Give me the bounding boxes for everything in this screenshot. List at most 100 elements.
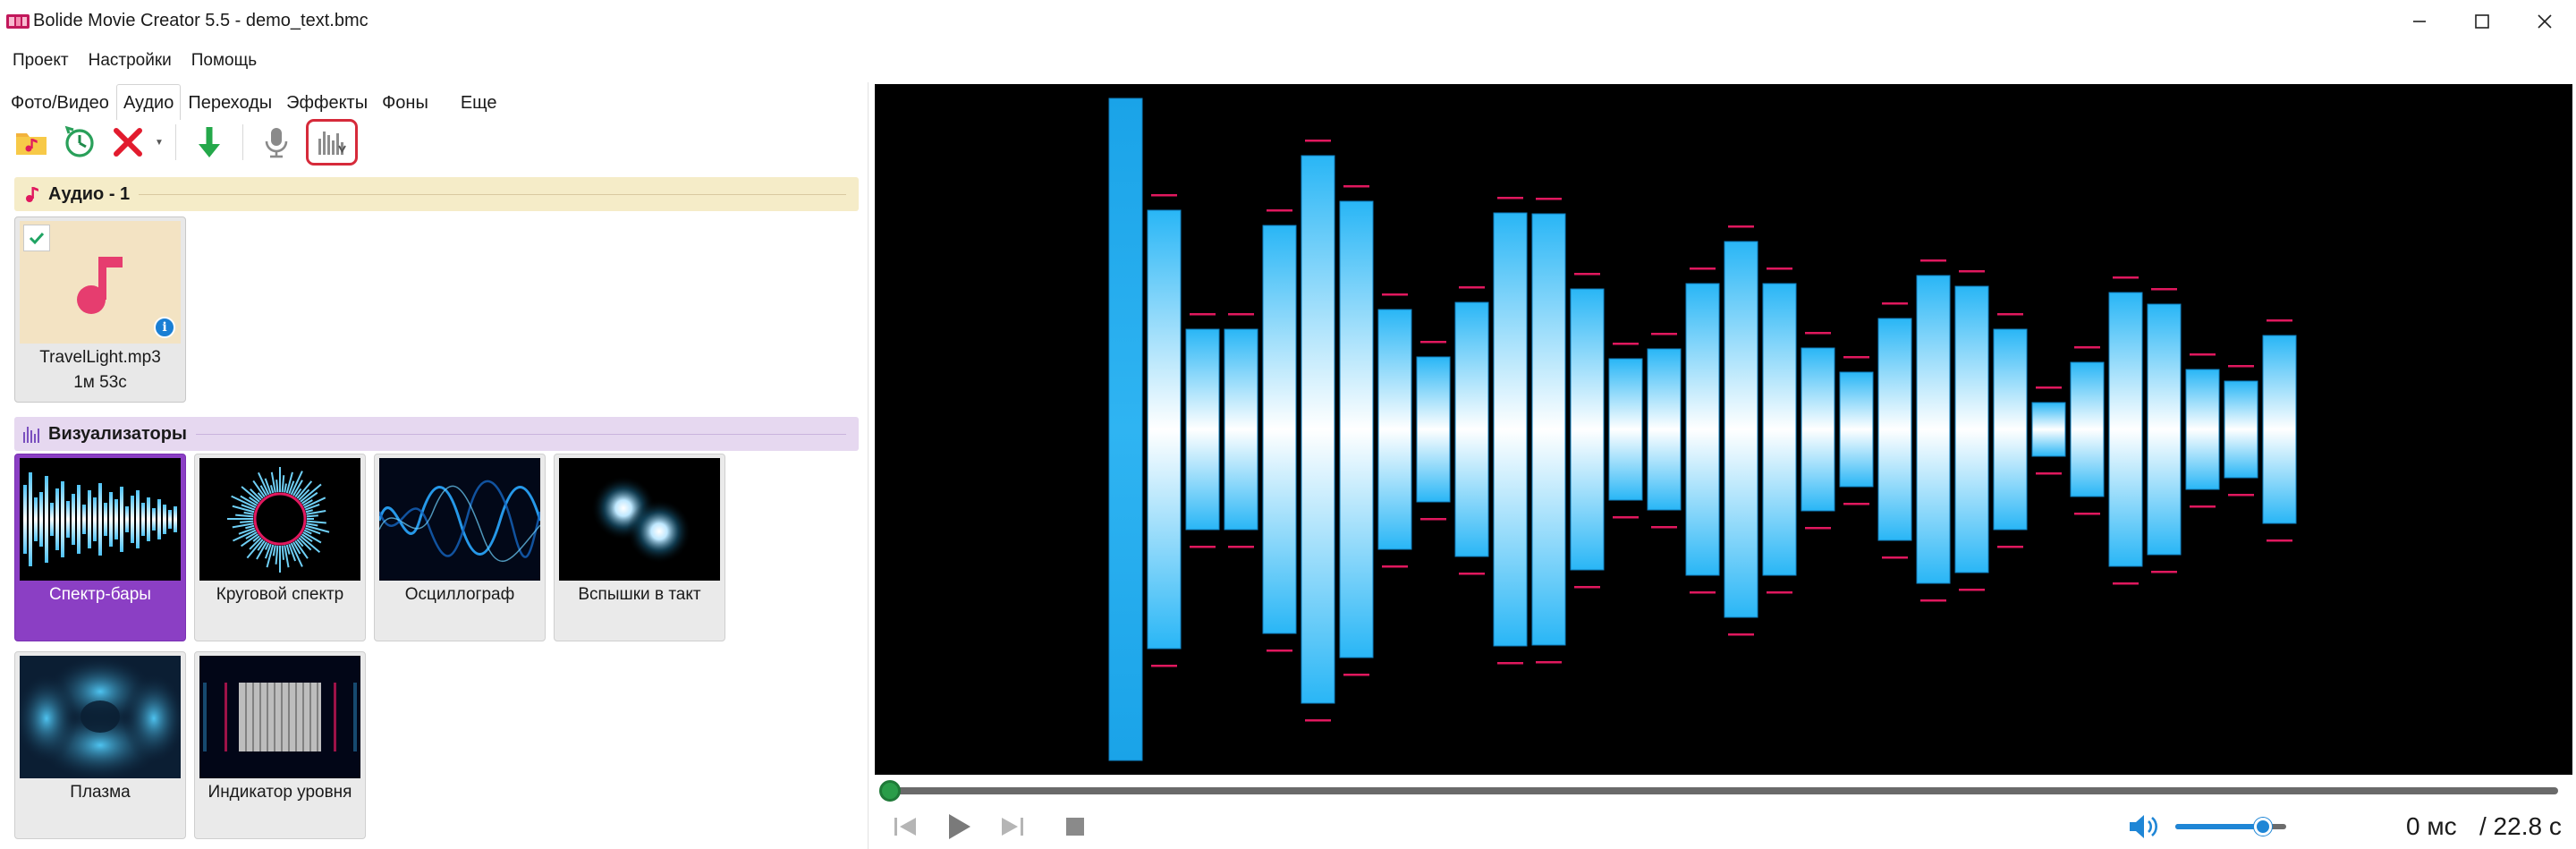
- minimize-icon: [2413, 21, 2426, 22]
- info-icon[interactable]: i: [154, 317, 175, 338]
- spectrum-bar: [1531, 213, 1566, 646]
- peak-marker: [1459, 573, 1485, 575]
- spectrum-bar: [2262, 335, 2297, 524]
- visualizer-spectrum-bars[interactable]: Спектр-бары: [14, 454, 186, 641]
- tab-backgrounds[interactable]: Фоны: [375, 84, 436, 120]
- stop-button[interactable]: [1059, 809, 1091, 845]
- spectrum-bar: [1224, 328, 1258, 531]
- peak-marker: [1805, 527, 1831, 530]
- peak-marker: [1882, 302, 1908, 305]
- delete-button[interactable]: [104, 120, 152, 165]
- peak-marker: [1997, 313, 2023, 316]
- tab-transitions[interactable]: Переходы: [181, 84, 279, 120]
- spectrum-bar: [2031, 402, 2066, 457]
- previous-button[interactable]: [887, 809, 923, 845]
- video-preview[interactable]: [875, 84, 2572, 775]
- visualizer-label: Спектр-бары: [49, 585, 151, 604]
- peak-marker: [1536, 198, 1562, 200]
- visualizer-beat-flashes[interactable]: Вспышки в такт: [554, 454, 725, 641]
- spectrum-bar: [1262, 225, 1297, 634]
- spectrum-bar: [1454, 301, 1489, 557]
- recent-button[interactable]: [55, 120, 104, 165]
- next-button[interactable]: [995, 809, 1030, 845]
- audio-group-header: Аудио - 1: [14, 177, 859, 211]
- menu-settings[interactable]: Настройки: [81, 45, 179, 77]
- peak-marker: [1920, 259, 1946, 262]
- peak-marker: [2113, 582, 2139, 585]
- peak-marker: [2074, 513, 2100, 515]
- next-icon: [1002, 818, 1023, 836]
- visualizer-circular-spectrum[interactable]: Круговой спектр: [194, 454, 366, 641]
- audio-item-checkbox[interactable]: [23, 225, 50, 251]
- visualizers-group-title: Визуализаторы: [48, 423, 188, 444]
- menu-project[interactable]: Проект: [5, 45, 76, 77]
- peak-marker: [1420, 518, 1446, 521]
- tab-photo-video[interactable]: Фото/Видео: [4, 84, 116, 120]
- add-audio-button[interactable]: [7, 120, 55, 165]
- import-button[interactable]: [185, 120, 233, 165]
- visualizer-oscilloscope[interactable]: Осциллограф: [374, 454, 546, 641]
- peak-marker: [1497, 197, 1523, 200]
- audio-item[interactable]: i TravelLight.mp3 1м 53с: [14, 216, 186, 403]
- spectrum-bar: [1301, 155, 1335, 704]
- checkmark-icon: [29, 232, 45, 245]
- spectrum-bar: [1916, 275, 1951, 584]
- visualizer-thumbnail: [559, 458, 720, 581]
- visualizer-plasma[interactable]: Плазма: [14, 651, 186, 839]
- peak-marker: [1459, 286, 1485, 289]
- volume-icon[interactable]: [2127, 812, 2159, 841]
- volume-slider-handle[interactable]: [2254, 818, 2272, 836]
- peak-marker: [1267, 649, 1292, 652]
- add-visualizer-button[interactable]: [306, 119, 358, 166]
- peak-marker: [1613, 343, 1639, 345]
- spectrum-bar: [2070, 361, 2105, 497]
- peak-marker: [1959, 589, 1985, 591]
- visualizer-label: Индикатор уровня: [208, 783, 352, 802]
- peak-marker: [2267, 539, 2292, 542]
- close-icon: [2538, 14, 2552, 29]
- stop-icon: [1066, 818, 1084, 836]
- visualizer-thumbnail: [20, 458, 181, 581]
- delete-dropdown[interactable]: ▼: [152, 120, 166, 165]
- spectrum-bar: [1724, 241, 1758, 618]
- menu-help[interactable]: Помощь: [184, 45, 264, 77]
- peak-marker: [1343, 185, 1369, 188]
- peak-marker: [1843, 356, 1869, 359]
- tab-effects[interactable]: Эффекты: [279, 84, 375, 120]
- peak-marker: [2151, 288, 2177, 291]
- peak-marker: [1267, 209, 1292, 212]
- visualizer-thumbnail: [379, 458, 540, 581]
- microphone-icon: [265, 128, 288, 158]
- peak-marker: [1382, 293, 1408, 296]
- visualizer-thumbnail: [20, 656, 181, 778]
- visualizer-thumbnail: [199, 656, 360, 778]
- library-tabs: Фото/Видео Аудио Переходы Эффекты Фоны Е…: [4, 82, 504, 120]
- library-panel: Фото/Видео Аудио Переходы Эффекты Фоны Е…: [0, 82, 866, 849]
- record-button[interactable]: [252, 120, 301, 165]
- play-button[interactable]: [941, 809, 977, 845]
- peak-marker: [1613, 516, 1639, 519]
- peak-marker: [1228, 546, 1254, 548]
- peak-marker: [2036, 472, 2062, 475]
- peak-marker: [2267, 319, 2292, 322]
- tab-audio[interactable]: Аудио: [115, 84, 182, 120]
- spectrum-bar: [1570, 288, 1605, 571]
- spectrum-bar: [1608, 358, 1643, 501]
- close-button[interactable]: [2504, 0, 2576, 43]
- seek-handle[interactable]: [879, 780, 901, 802]
- download-arrow-icon: [199, 127, 220, 157]
- volume-slider-fill: [2175, 824, 2263, 829]
- visualizer-level-meter[interactable]: Индикатор уровня: [194, 651, 366, 839]
- panel-splitter[interactable]: [868, 82, 869, 849]
- audio-file-name: TravelLight.mp3: [39, 348, 161, 367]
- peak-marker: [1805, 332, 1831, 335]
- peak-marker: [1305, 719, 1331, 722]
- peak-marker: [2190, 505, 2216, 508]
- tab-more[interactable]: Еще: [453, 84, 504, 120]
- spectrum-bar: [1377, 309, 1412, 550]
- seek-bar[interactable]: [886, 787, 2558, 794]
- visualizers-group-header: Визуализаторы: [14, 417, 859, 451]
- peak-marker: [1728, 633, 1754, 636]
- spectrum-bar: [1685, 283, 1720, 576]
- spectrum-bar: [2185, 369, 2220, 490]
